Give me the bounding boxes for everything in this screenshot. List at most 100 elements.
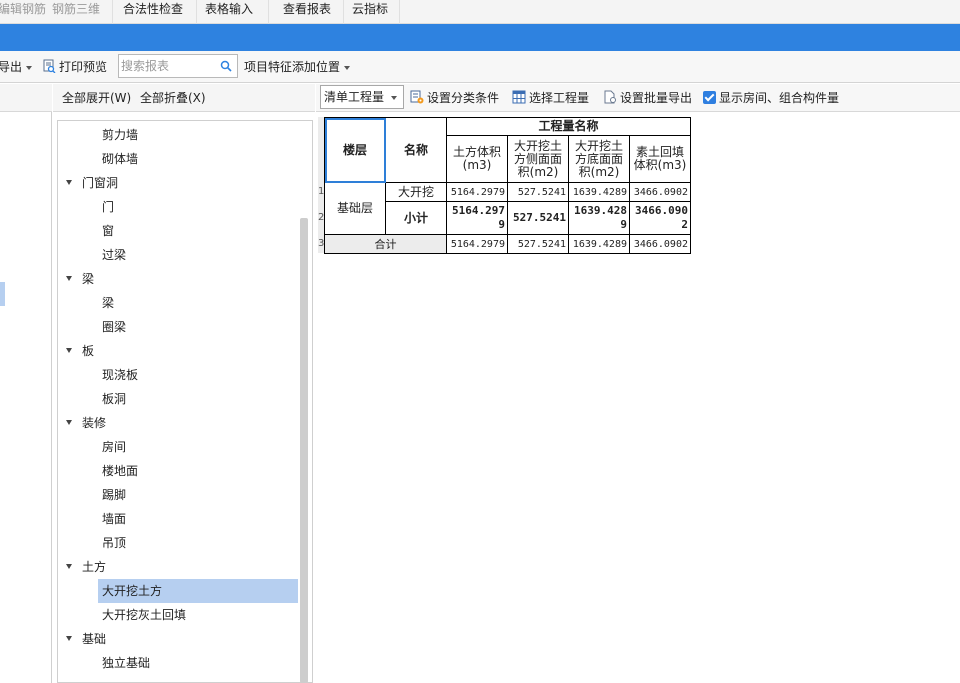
export-label: 导出 xyxy=(0,60,23,74)
tree-item-label: 板洞 xyxy=(102,392,127,406)
table-header-row: 楼层 名称 工程量名称 xyxy=(324,117,691,183)
tree-item-label: 现浇板 xyxy=(102,368,139,382)
left-navigation-selected-item[interactable] xyxy=(0,282,5,306)
tree-category[interactable]: 板 xyxy=(58,339,298,363)
tree-item[interactable]: 楼地面 xyxy=(58,459,298,483)
tree-category[interactable]: 门窗洞 xyxy=(58,171,298,195)
tree-item[interactable]: 圈梁 xyxy=(58,315,298,339)
tree-item[interactable]: 剪力墙 xyxy=(58,123,298,147)
tree-item[interactable]: 独立基础 xyxy=(58,651,298,675)
tree-item-label: 梁 xyxy=(102,296,115,310)
tree-item[interactable]: 房间 xyxy=(58,435,298,459)
batch-export-icon xyxy=(603,86,617,104)
subtotal-label[interactable]: 小计 xyxy=(385,201,447,235)
set-category-button[interactable]: 设置分类条件 xyxy=(410,84,499,112)
column-header[interactable]: 素土回填体积(m3) xyxy=(629,135,691,183)
total-cell[interactable]: 5164.2979 xyxy=(446,234,508,254)
print-preview-button[interactable]: 打印预览 xyxy=(42,51,107,83)
tab-table-input[interactable]: 表格输入 xyxy=(196,0,259,24)
tree-category[interactable]: 梁 xyxy=(58,267,298,291)
tree-item[interactable]: 墙面 xyxy=(58,507,298,531)
subtotal-cell[interactable]: 3466.0902 xyxy=(629,201,691,235)
tree-item-label: 吊顶 xyxy=(102,536,127,550)
expand-toggle-icon[interactable] xyxy=(66,348,72,353)
search-box[interactable] xyxy=(118,54,238,78)
total-cell[interactable]: 3466.0902 xyxy=(629,234,691,254)
tree-item-label: 大开挖土方 xyxy=(102,584,163,598)
subtotal-cell[interactable]: 1639.4289 xyxy=(568,201,630,235)
tree-item-label: 房间 xyxy=(102,440,127,454)
tab-edit-rebar[interactable]: 编辑钢筋 xyxy=(0,0,52,24)
subtotal-cell[interactable]: 5164.2979 xyxy=(446,201,508,235)
tree-item[interactable]: 板洞 xyxy=(58,387,298,411)
export-button[interactable]: 导出 xyxy=(0,51,33,83)
floor-cell[interactable]: 基础层 xyxy=(324,182,386,235)
quantity-type-select[interactable]: 清单工程量 xyxy=(320,85,404,109)
tab-view-report[interactable]: 查看报表 xyxy=(268,0,337,24)
tree-item-label: 圈梁 xyxy=(102,320,127,334)
header-quantity-group[interactable]: 工程量名称 xyxy=(446,117,691,136)
collapse-all-button[interactable]: 全部折叠(X) xyxy=(140,84,206,112)
tree-item-label: 窗 xyxy=(102,224,115,238)
tree-category[interactable]: 基础 xyxy=(58,627,298,651)
value-cell[interactable]: 3466.0902 xyxy=(629,182,691,202)
tree-item-label: 梁 xyxy=(82,272,95,286)
column-header[interactable]: 土方体积(m3) xyxy=(446,135,508,183)
tree-item[interactable]: 砌体墙 xyxy=(58,147,298,171)
tab-divider xyxy=(399,0,400,24)
expand-toggle-icon[interactable] xyxy=(66,420,72,425)
name-cell[interactable]: 大开挖 xyxy=(385,182,447,202)
tree-item-label: 装修 xyxy=(82,416,107,430)
tree-category[interactable]: 装修 xyxy=(58,411,298,435)
chevron-down-icon xyxy=(344,65,351,70)
column-header[interactable]: 大开挖土方底面面积(m2) xyxy=(568,135,630,183)
expand-toggle-icon[interactable] xyxy=(66,276,72,281)
tree-item[interactable]: 梁 xyxy=(58,291,298,315)
tree-item-label: 砌体墙 xyxy=(102,152,139,166)
expand-toggle-icon[interactable] xyxy=(66,180,72,185)
search-icon[interactable] xyxy=(220,60,232,75)
total-cell[interactable]: 527.5241 xyxy=(507,234,569,254)
value-cell[interactable]: 527.5241 xyxy=(507,182,569,202)
expand-toggle-icon[interactable] xyxy=(66,636,72,641)
total-label[interactable]: 合计 xyxy=(324,234,447,254)
checkbox-checked-icon[interactable] xyxy=(703,91,716,104)
search-input[interactable] xyxy=(121,57,217,75)
value-cell[interactable]: 5164.2979 xyxy=(446,182,508,202)
value-cell[interactable]: 1639.4289 xyxy=(568,182,630,202)
component-tree: 剪力墙 砌体墙 门窗洞门窗过梁梁梁圈梁板现浇板 板洞 装修 房间 楼地面 踢脚 墙面 吊顶 土方 大开… xyxy=(57,120,313,683)
tree-item[interactable]: 大开挖土方 xyxy=(98,579,298,603)
tree-scrollbar[interactable] xyxy=(300,218,308,683)
feature-position-dropdown[interactable]: 项目特征添加位置 xyxy=(244,51,351,83)
tree-item[interactable]: 吊顶 xyxy=(58,531,298,555)
tab-rebar-3d[interactable]: 钢筋三维 xyxy=(46,0,106,24)
expand-all-button[interactable]: 全部展开(W) xyxy=(62,84,131,112)
total-cell[interactable]: 1639.4289 xyxy=(568,234,630,254)
print-preview-icon xyxy=(42,53,56,74)
tree-item[interactable]: 过梁 xyxy=(58,243,298,267)
tree-item[interactable]: 大开挖灰土回填 xyxy=(58,603,298,627)
batch-export-settings-button[interactable]: 设置批量导出 xyxy=(603,84,692,112)
tab-legality-check[interactable]: 合法性检查 xyxy=(112,0,189,24)
select-quantity-button[interactable]: 选择工程量 xyxy=(512,84,589,112)
tree-category[interactable]: 土方 xyxy=(58,555,298,579)
table-row: 基础层 大开挖 5164.2979 527.5241 1639.4289 346… xyxy=(324,182,691,235)
tree-item-label: 门窗洞 xyxy=(82,176,119,190)
header-floor[interactable]: 楼层 xyxy=(324,117,386,183)
left-navigation-header xyxy=(0,84,52,112)
chevron-down-icon xyxy=(26,65,33,70)
tree-item-label: 踢脚 xyxy=(102,488,127,502)
tree-item[interactable]: 门 xyxy=(58,195,298,219)
tree-item[interactable]: 现浇板 xyxy=(58,363,298,387)
expand-toggle-icon[interactable] xyxy=(66,564,72,569)
tree-item-label: 门 xyxy=(102,200,115,214)
tree-item[interactable]: 窗 xyxy=(58,219,298,243)
tree-item-label: 过梁 xyxy=(102,248,127,262)
show-rooms-checkbox[interactable]: 显示房间、组合构件量 xyxy=(703,84,839,112)
column-header[interactable]: 大开挖土方侧面面积(m2) xyxy=(507,135,569,183)
tab-cloud-index[interactable]: 云指标 xyxy=(343,0,394,24)
tree-item-label: 基础 xyxy=(82,632,107,646)
header-name[interactable]: 名称 xyxy=(385,117,447,183)
subtotal-cell[interactable]: 527.5241 xyxy=(507,201,569,235)
tree-item[interactable]: 踢脚 xyxy=(58,483,298,507)
